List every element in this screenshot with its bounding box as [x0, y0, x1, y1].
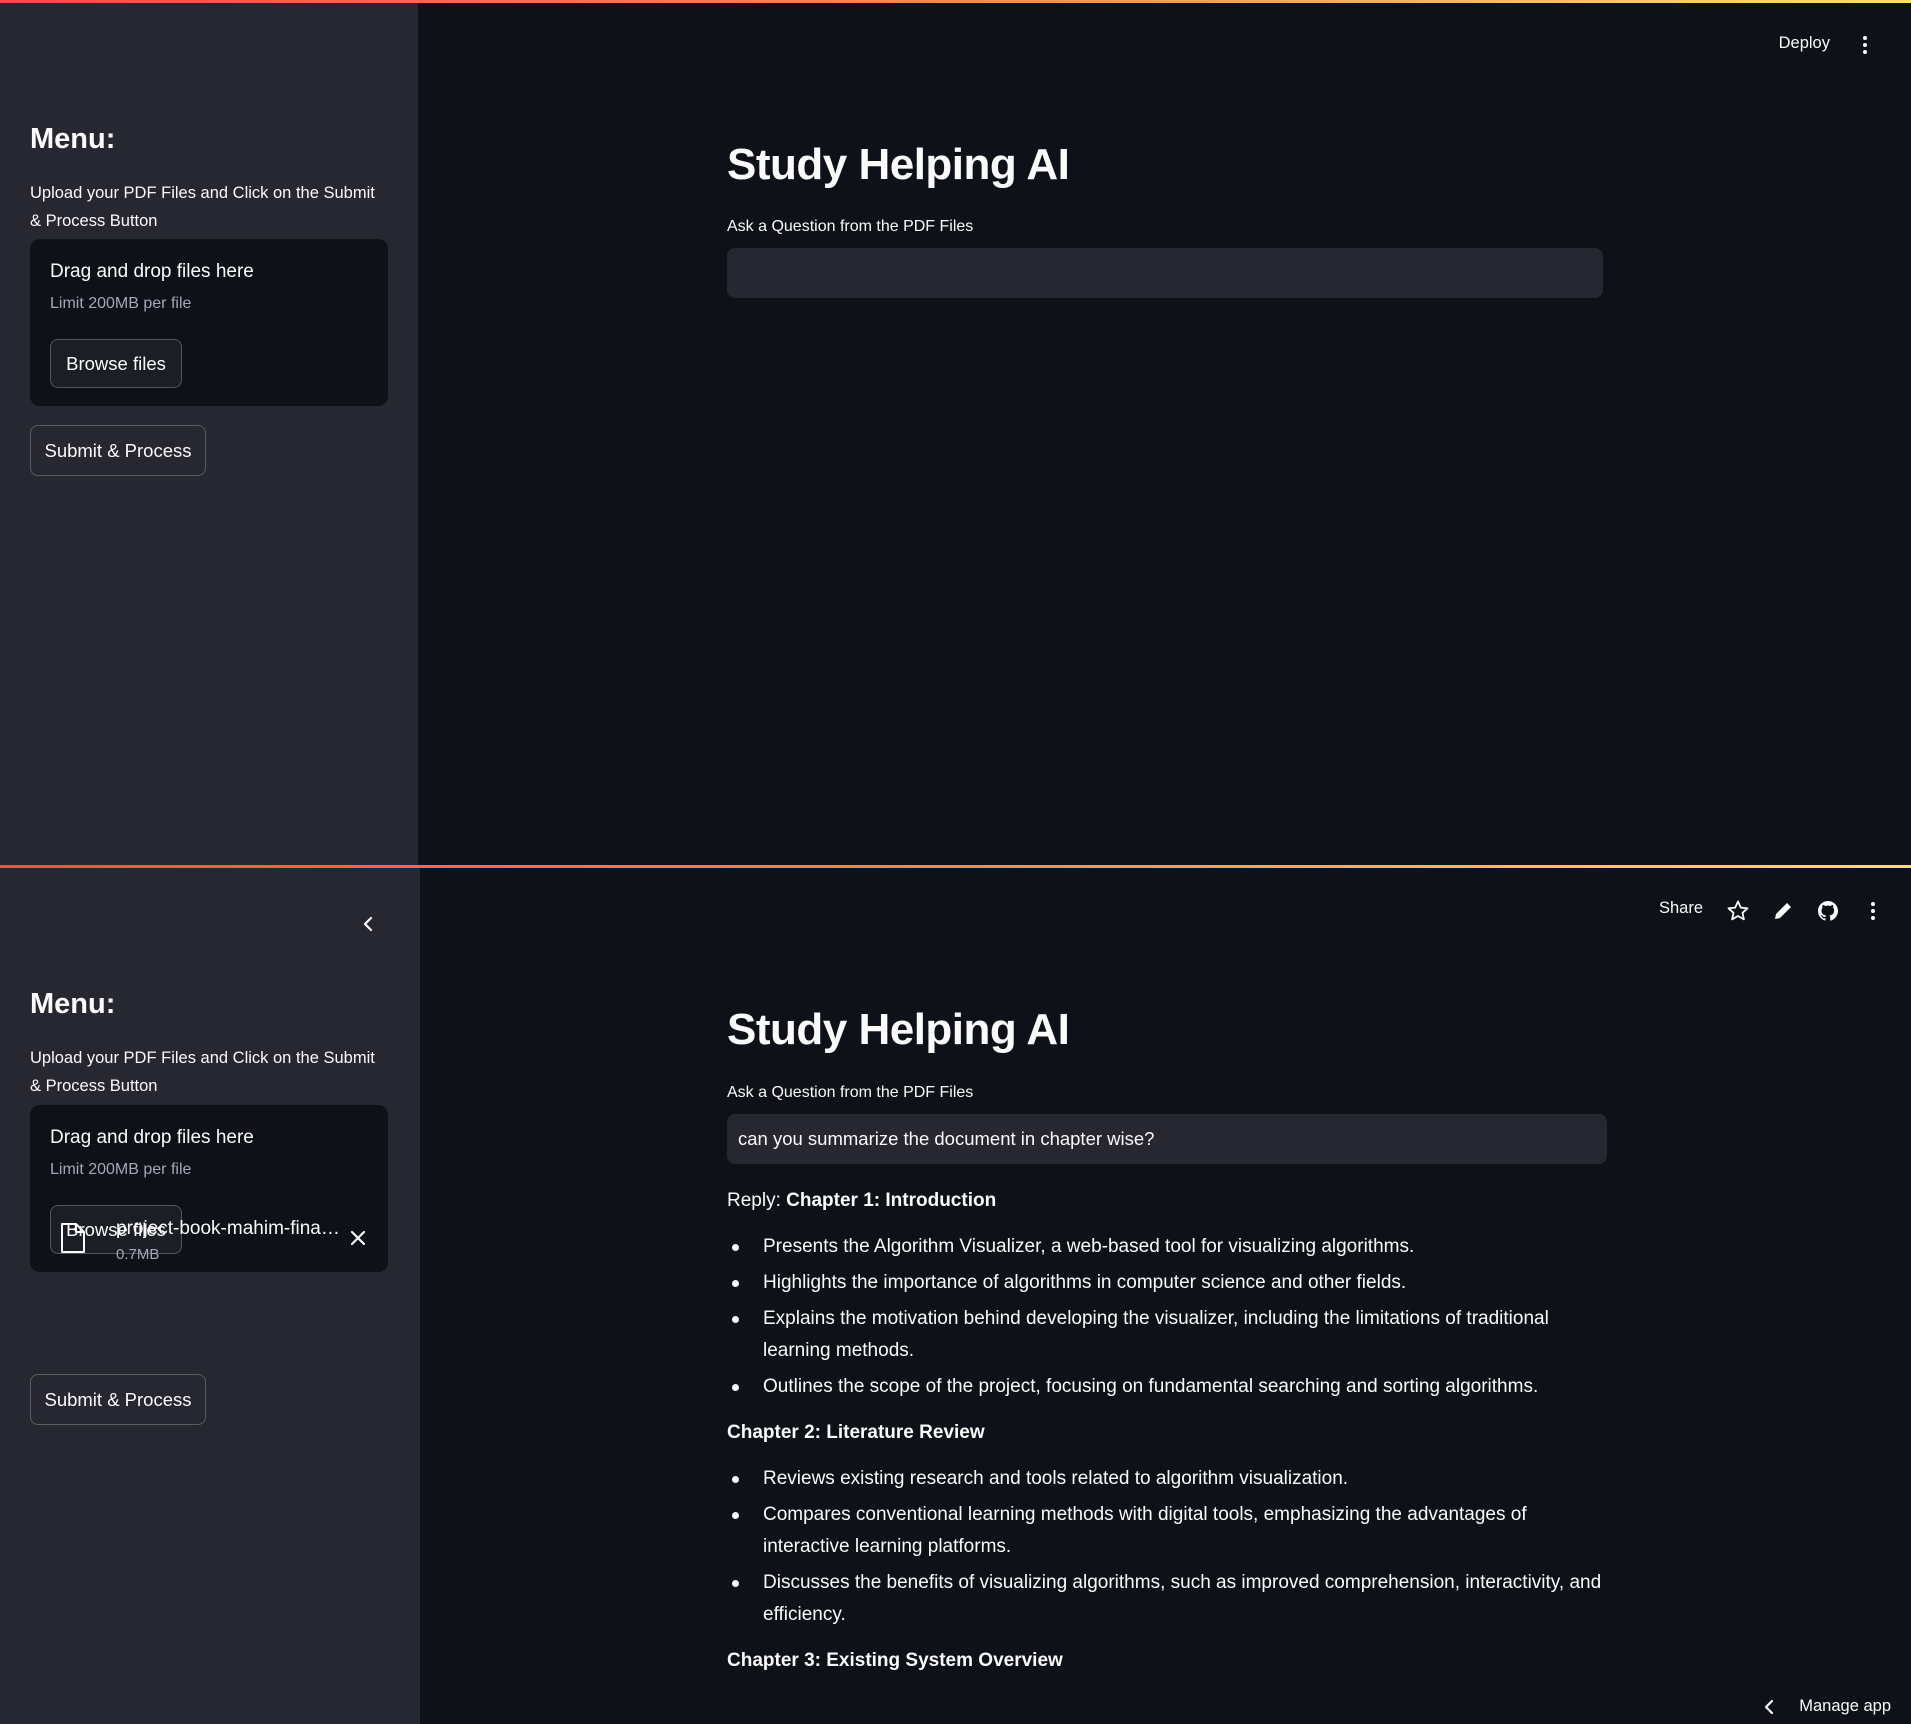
dropzone-title: Drag and drop files here [50, 261, 254, 282]
chapter-heading: Chapter 1: Introduction [786, 1190, 997, 1211]
app-window-with-reply: Menu: Upload your PDF Files and Click on… [0, 865, 1911, 1724]
list-item: Outlines the scope of the project, focus… [727, 1371, 1607, 1403]
app-window-initial: Menu: Upload your PDF Files and Click on… [0, 0, 1911, 865]
pencil-icon[interactable] [1771, 899, 1795, 923]
share-button[interactable]: Share [1659, 899, 1703, 918]
reply-chapter-1-heading: Reply: Chapter 1: Introduction [727, 1185, 1607, 1217]
chapter-heading: Chapter 3: Existing System Overview [727, 1650, 1063, 1671]
chevron-left-icon [1765, 1699, 1774, 1714]
list-item: Explains the motivation behind developin… [727, 1303, 1607, 1367]
submit-process-button[interactable]: Submit & Process [30, 425, 206, 476]
list-item: Reviews existing research and tools rela… [727, 1463, 1607, 1495]
uploaded-file-size: 0.7MB [116, 1246, 160, 1263]
question-label: Ask a Question from the PDF Files [727, 218, 974, 235]
sidebar: Menu: Upload your PDF Files and Click on… [0, 868, 420, 1724]
question-label: Ask a Question from the PDF Files [727, 1084, 974, 1101]
list-item: Compares conventional learning methods w… [727, 1499, 1607, 1563]
star-icon[interactable] [1726, 899, 1750, 923]
file-dropzone[interactable]: Drag and drop files here Limit 200MB per… [30, 239, 388, 406]
browse-files-button[interactable]: Browse files [50, 339, 182, 388]
chapter-2-bullets: Reviews existing research and tools rela… [727, 1463, 1607, 1631]
upload-description: Upload your PDF Files and Click on the S… [30, 1049, 375, 1095]
more-vertical-icon[interactable] [1860, 34, 1870, 56]
submit-process-button[interactable]: Submit & Process [30, 1374, 206, 1425]
dropzone-title: Drag and drop files here [50, 1127, 254, 1148]
page-title: Study Helping AI [727, 140, 1070, 189]
dropzone-limit: Limit 200MB per file [50, 1161, 192, 1178]
page-title: Study Helping AI [727, 1005, 1070, 1054]
uploaded-file-name: project-book-mahim-fina… [116, 1218, 340, 1239]
sidebar-menu-title: Menu: [30, 123, 116, 155]
more-vertical-icon[interactable] [1868, 900, 1878, 922]
manage-app-button[interactable]: Manage app [1763, 1697, 1891, 1716]
uploaded-file-item: project-book-mahim-fina… 0.7MB [30, 1216, 390, 1276]
dropzone-limit: Limit 200MB per file [50, 295, 192, 312]
github-icon[interactable] [1816, 899, 1840, 923]
list-item: Highlights the importance of algorithms … [727, 1267, 1607, 1299]
close-icon[interactable] [348, 1228, 368, 1248]
list-item: Presents the Algorithm Visualizer, a web… [727, 1231, 1607, 1263]
manage-app-label: Manage app [1799, 1697, 1891, 1715]
file-icon [61, 1223, 85, 1253]
deploy-button[interactable]: Deploy [1779, 34, 1830, 53]
sidebar: Menu: Upload your PDF Files and Click on… [0, 3, 418, 865]
chevron-left-icon[interactable] [360, 913, 376, 935]
reply-content: Reply: Chapter 1: Introduction Presents … [727, 1185, 1607, 1691]
chapter-heading: Chapter 2: Literature Review [727, 1422, 985, 1443]
reply-prefix: Reply: [727, 1190, 787, 1211]
upload-description: Upload your PDF Files and Click on the S… [30, 184, 375, 230]
question-input[interactable] [727, 1114, 1607, 1164]
question-input[interactable] [727, 248, 1603, 298]
list-item: Discusses the benefits of visualizing al… [727, 1567, 1607, 1631]
sidebar-menu-title: Menu: [30, 988, 116, 1020]
chapter-1-bullets: Presents the Algorithm Visualizer, a web… [727, 1231, 1607, 1403]
